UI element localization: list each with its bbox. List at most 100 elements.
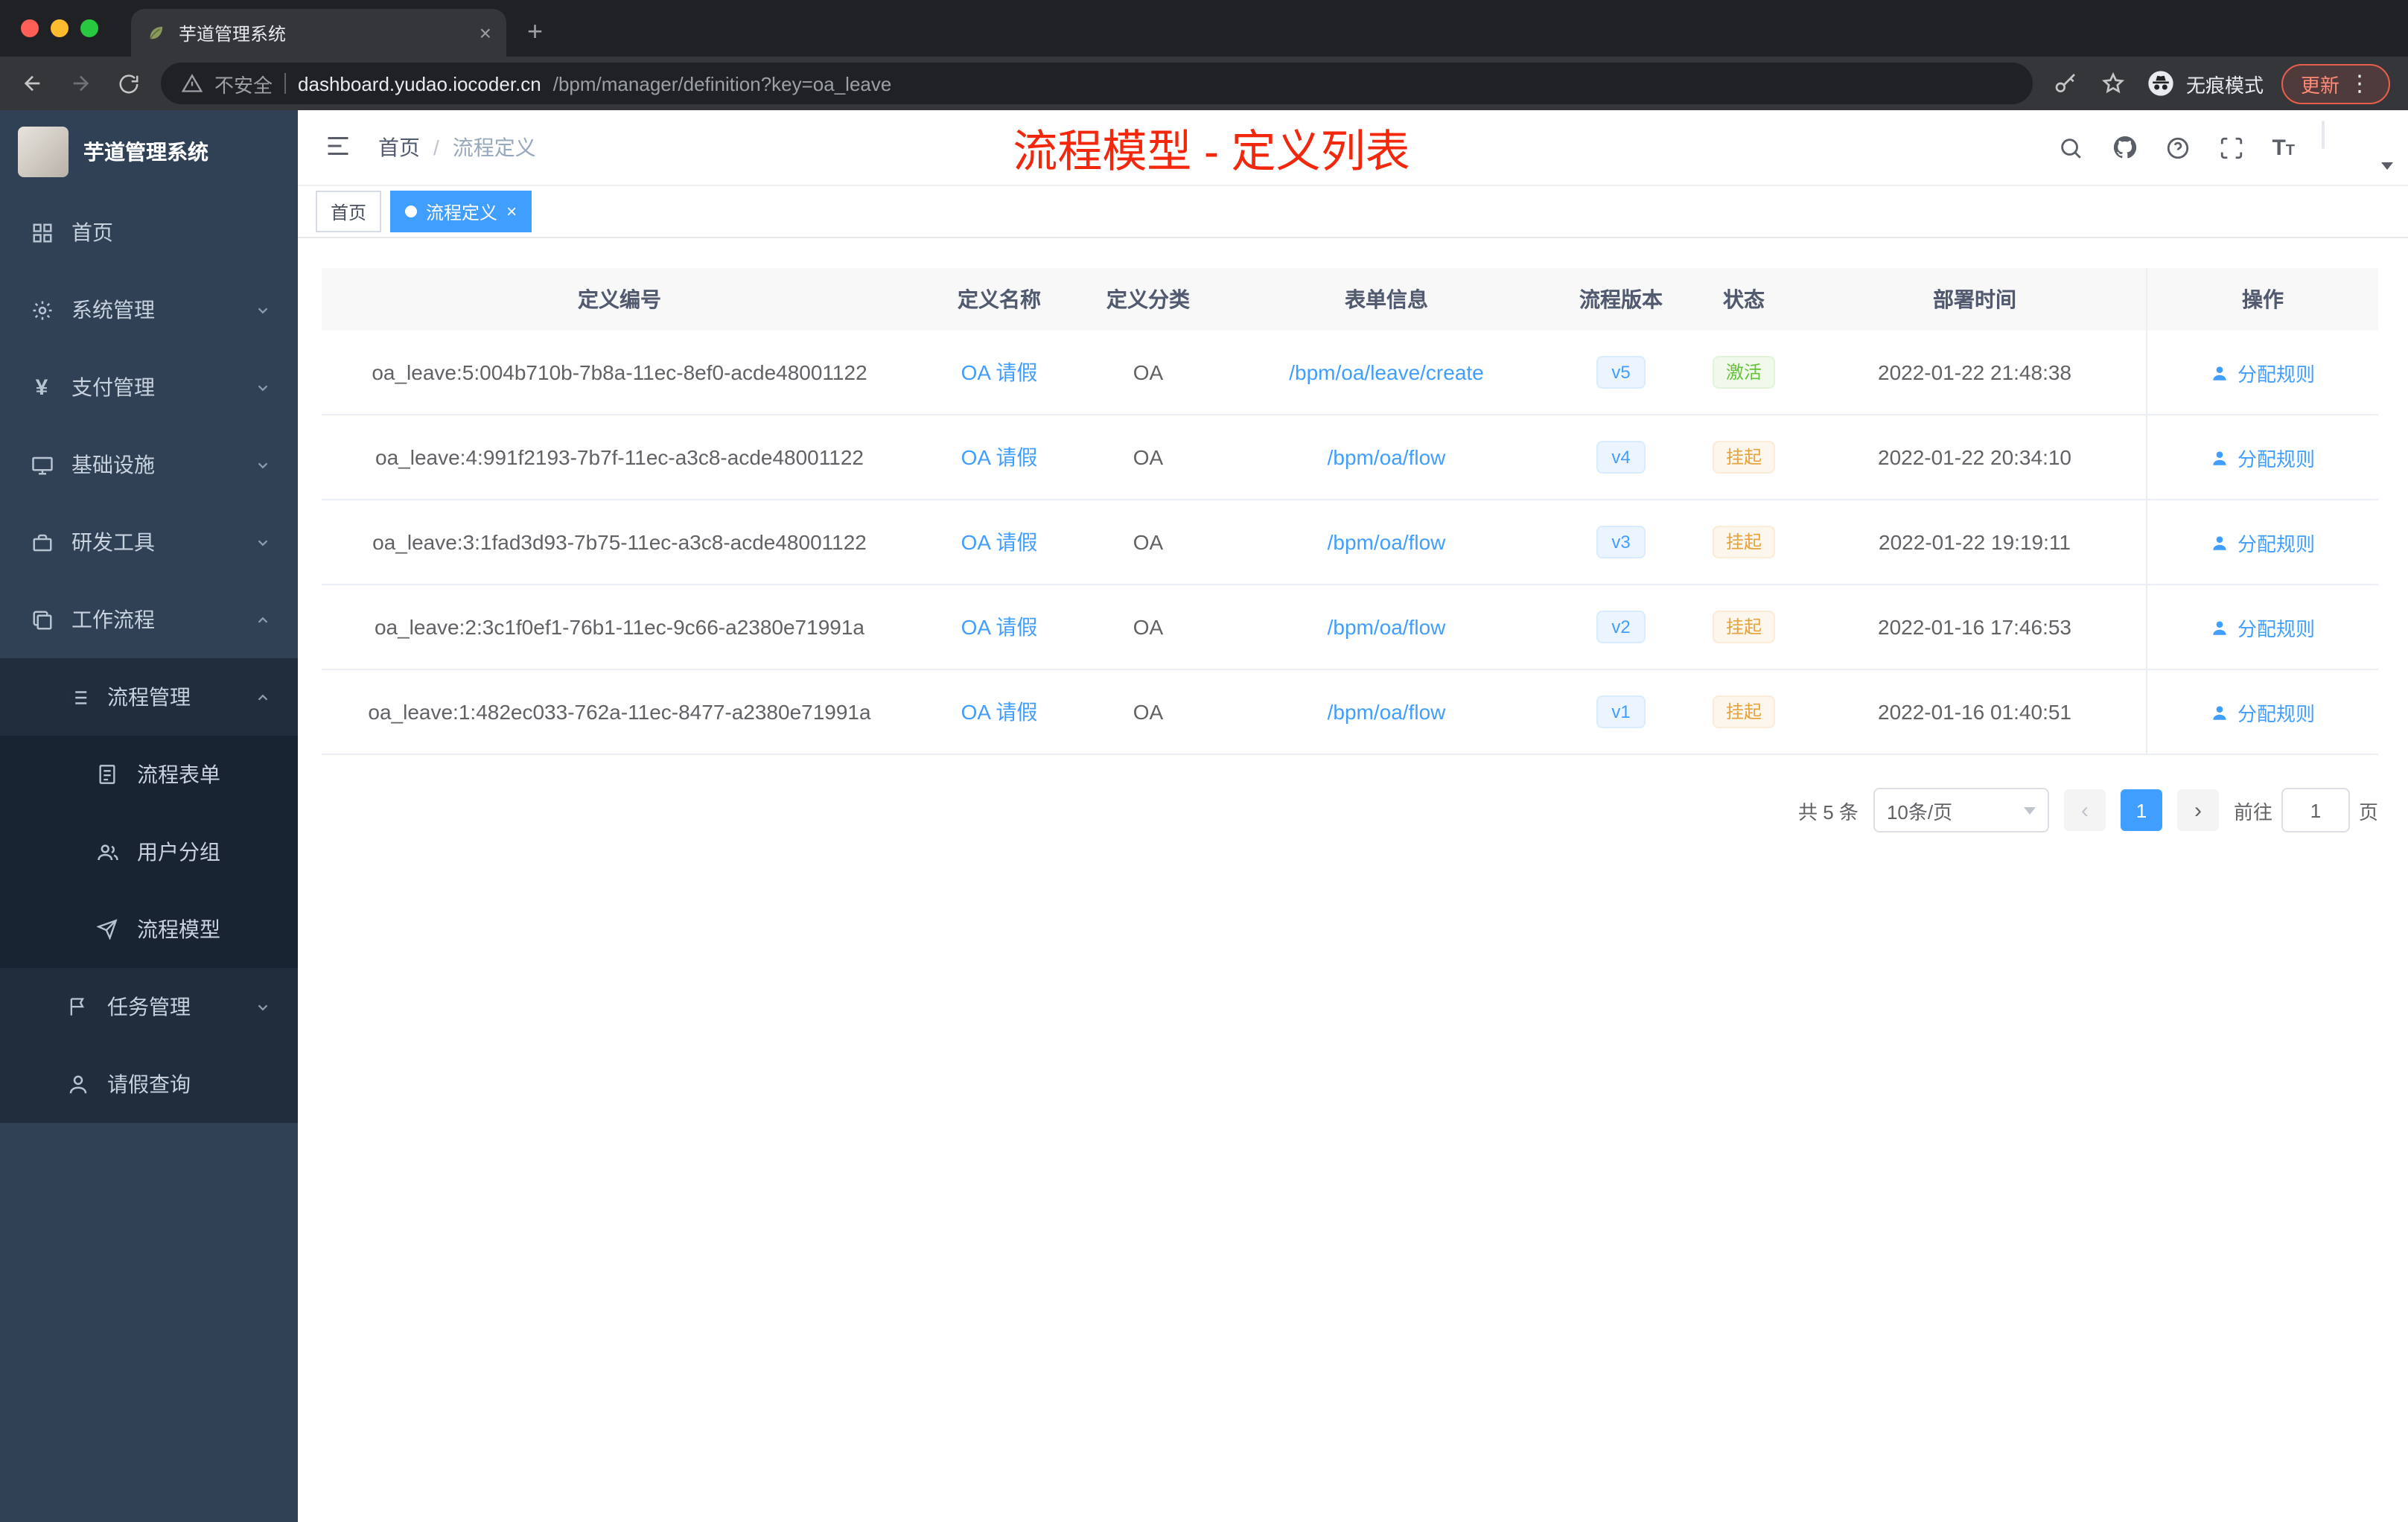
brand-title: 芋道管理系统 — [83, 140, 208, 164]
sidebar-item-system[interactable]: 系统管理 — [0, 271, 298, 348]
sidebar-item-process-management[interactable]: 流程管理 — [0, 658, 298, 736]
task-icon — [66, 995, 89, 1019]
search-icon[interactable] — [2057, 134, 2084, 161]
definition-name-link[interactable]: OA 请假 — [961, 442, 1038, 472]
sidebar-item-user-group[interactable]: 用户分组 — [0, 813, 298, 891]
form-info-link[interactable]: /bpm/oa/flow — [1328, 700, 1446, 724]
browser-tab[interactable]: 芋道管理系统 × — [131, 9, 506, 57]
prev-page-button[interactable]: ‹ — [2063, 789, 2106, 831]
github-icon[interactable] — [2111, 134, 2138, 161]
sidebar-item-label: 任务管理 — [107, 995, 191, 1019]
version-tag: v3 — [1596, 526, 1646, 558]
deploy-time: 2022-01-22 19:19:11 — [1879, 530, 2071, 554]
address-bar[interactable]: 不安全 dashboard.yudao.iocoder.cn /bpm/mana… — [161, 63, 2033, 104]
users-icon — [95, 840, 119, 864]
breadcrumb: 首页 / 流程定义 — [378, 133, 536, 162]
definition-name-link[interactable]: OA 请假 — [961, 612, 1038, 642]
table-body: oa_leave:5:004b710b-7b8a-11ec-8ef0-acde4… — [322, 331, 2378, 755]
form-info-link[interactable]: /bpm/oa/flow — [1328, 615, 1446, 639]
form-info-link[interactable]: /bpm/oa/leave/create — [1289, 360, 1484, 384]
key-icon[interactable] — [2051, 69, 2080, 98]
zoom-window-button[interactable] — [80, 19, 98, 37]
version-tag: v5 — [1596, 356, 1646, 389]
assign-rule-link[interactable]: 分配规则 — [2211, 698, 2315, 726]
sidebar-item-label: 支付管理 — [71, 375, 155, 399]
sidebar-item-workflow[interactable]: 工作流程 — [0, 581, 298, 658]
help-icon[interactable] — [2165, 134, 2191, 161]
definition-table: 定义编号 定义名称 定义分类 表单信息 流程版本 状态 部署时间 操作 oa_l… — [322, 268, 2378, 755]
page-number-button[interactable]: 1 — [2120, 789, 2162, 831]
definition-name-link[interactable]: OA 请假 — [961, 357, 1038, 387]
tag-process-definition[interactable]: 流程定义 × — [390, 191, 532, 232]
fullscreen-icon[interactable] — [2218, 134, 2245, 161]
person-icon — [66, 1072, 89, 1096]
chevron-up-icon — [258, 616, 268, 623]
version-tag: v2 — [1596, 611, 1646, 643]
definition-id: oa_leave:5:004b710b-7b8a-11ec-8ef0-acde4… — [372, 360, 867, 384]
tags-view-bar: 首页 流程定义 × — [298, 186, 2408, 238]
form-info-link[interactable]: /bpm/oa/flow — [1328, 530, 1446, 554]
sidebar-item-label: 工作流程 — [71, 608, 155, 631]
new-tab-button[interactable]: + — [527, 16, 543, 48]
hamburger-icon[interactable] — [325, 133, 354, 162]
sidebar-item-label: 流程表单 — [137, 762, 220, 786]
breadcrumb-home[interactable]: 首页 — [378, 133, 420, 162]
sidebar-item-leave-query[interactable]: 请假查询 — [0, 1045, 298, 1123]
definition-id: oa_leave:3:1fad3d93-7b75-11ec-a3c8-acde4… — [372, 530, 867, 554]
minimize-window-button[interactable] — [51, 19, 69, 37]
tag-home[interactable]: 首页 — [316, 191, 382, 232]
forward-icon[interactable] — [66, 69, 95, 98]
pagination-goto: 前往 页 — [2234, 788, 2378, 832]
next-page-button[interactable]: › — [2176, 789, 2219, 831]
sidebar-item-process-model[interactable]: 流程模型 — [0, 891, 298, 968]
sidebar-item-dev-tools[interactable]: 研发工具 — [0, 503, 298, 581]
sidebar-item-home[interactable]: 首页 — [0, 194, 298, 271]
deploy-time: 2022-01-16 17:46:53 — [1878, 615, 2071, 639]
user-avatar[interactable] — [2322, 121, 2393, 173]
bookmark-star-icon[interactable] — [2098, 69, 2128, 98]
window-controls — [0, 0, 119, 57]
browser-menu-icon[interactable]: ⋮ — [2348, 70, 2371, 97]
close-window-button[interactable] — [21, 19, 39, 37]
chevron-down-icon — [258, 462, 268, 468]
sidebar-item-process-form[interactable]: 流程表单 — [0, 736, 298, 813]
form-info-link[interactable]: /bpm/oa/flow — [1328, 445, 1446, 469]
navbar: 首页 / 流程定义 流程模型 - 定义列表 TT — [298, 110, 2408, 186]
chevron-down-icon — [258, 384, 268, 391]
table-row: oa_leave:2:3c1f0ef1-76b1-11ec-9c66-a2380… — [322, 585, 2378, 670]
tab-close-icon[interactable]: × — [480, 21, 491, 45]
assign-rule-link[interactable]: 分配规则 — [2211, 443, 2315, 471]
assign-rule-link[interactable]: 分配规则 — [2211, 528, 2315, 556]
browser-update-button[interactable]: 更新 ⋮ — [2281, 63, 2390, 104]
assign-rule-link[interactable]: 分配规则 — [2211, 613, 2315, 641]
assign-rule-label: 分配规则 — [2237, 532, 2315, 555]
dashboard-icon — [30, 220, 54, 244]
back-icon[interactable] — [18, 69, 48, 98]
definition-id: oa_leave:1:482ec033-762a-11ec-8477-a2380… — [368, 700, 871, 724]
goto-page-input[interactable] — [2281, 788, 2350, 832]
tag-close-icon[interactable]: × — [506, 201, 517, 222]
sidebar-item-label: 流程模型 — [137, 917, 220, 941]
sidebar-item-label: 系统管理 — [71, 298, 155, 322]
column-header: 定义名称 — [958, 287, 1041, 311]
column-header: 部署时间 — [1933, 287, 2016, 311]
reload-icon[interactable] — [113, 69, 143, 98]
status-tag: 挂起 — [1712, 526, 1775, 558]
assign-rule-link[interactable]: 分配规则 — [2211, 358, 2315, 386]
font-size-icon[interactable]: TT — [2272, 135, 2295, 160]
chevron-down-icon — [258, 1004, 268, 1010]
status-tag: 挂起 — [1712, 441, 1775, 474]
definition-name-link[interactable]: OA 请假 — [961, 697, 1038, 727]
sidebar-item-task-management[interactable]: 任务管理 — [0, 968, 298, 1045]
sidebar-item-payment[interactable]: ¥ 支付管理 — [0, 348, 298, 426]
url-host: dashboard.yudao.iocoder.cn — [298, 72, 541, 95]
definition-name-link[interactable]: OA 请假 — [961, 527, 1038, 557]
page-size-select[interactable]: 10条/页 — [1873, 788, 2049, 832]
monitor-icon — [30, 453, 54, 477]
version-tag: v1 — [1596, 695, 1646, 728]
sidebar-item-infrastructure[interactable]: 基础设施 — [0, 426, 298, 503]
incognito-icon — [2148, 71, 2173, 96]
not-secure-label: 不安全 — [214, 74, 273, 96]
select-caret-icon — [2023, 806, 2036, 814]
active-tag-dot — [405, 206, 418, 217]
